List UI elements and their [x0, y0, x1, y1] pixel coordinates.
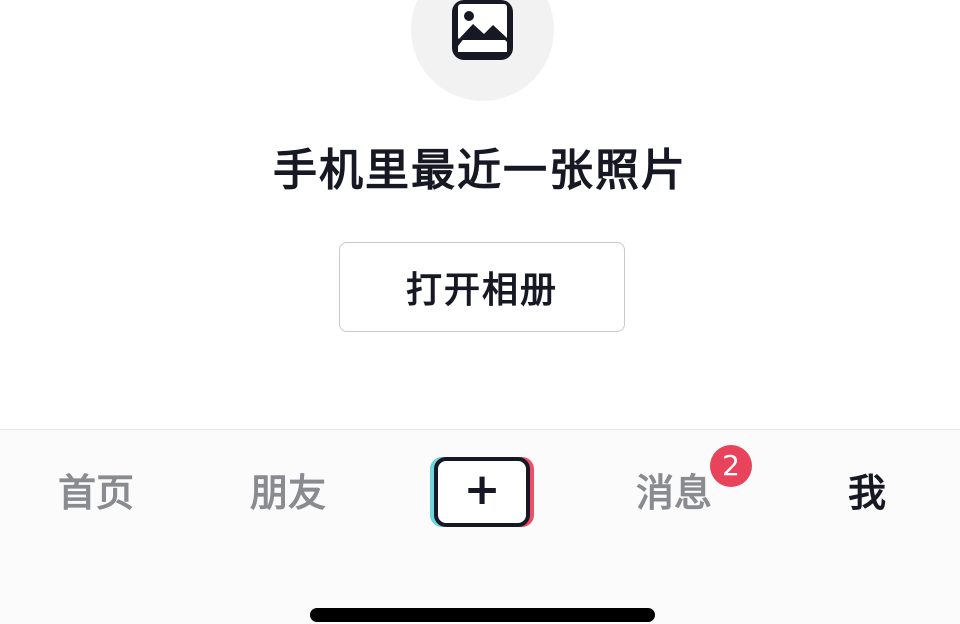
open-album-button[interactable]: 打开相册 — [339, 242, 625, 332]
plus-icon: + — [463, 464, 501, 515]
create-button-face: + — [434, 457, 530, 527]
tab-messages[interactable]: 消息 — [633, 468, 715, 518]
tab-me[interactable]: 我 — [845, 468, 889, 518]
tab-home[interactable]: 首页 — [55, 468, 137, 518]
bottom-tab-bar: 首页 朋友 + 消息 2 我 — [0, 429, 960, 624]
create-button[interactable]: + — [430, 457, 534, 527]
image-icon — [452, 0, 513, 60]
screen: 手机里最近一张照片 打开相册 首页 朋友 + 消息 2 我 — [0, 0, 960, 624]
home-indicator[interactable] — [310, 608, 655, 622]
tab-friends[interactable]: 朋友 — [247, 468, 329, 518]
messages-unread-badge: 2 — [710, 445, 752, 487]
empty-state-title: 手机里最近一张照片 — [273, 145, 687, 196]
